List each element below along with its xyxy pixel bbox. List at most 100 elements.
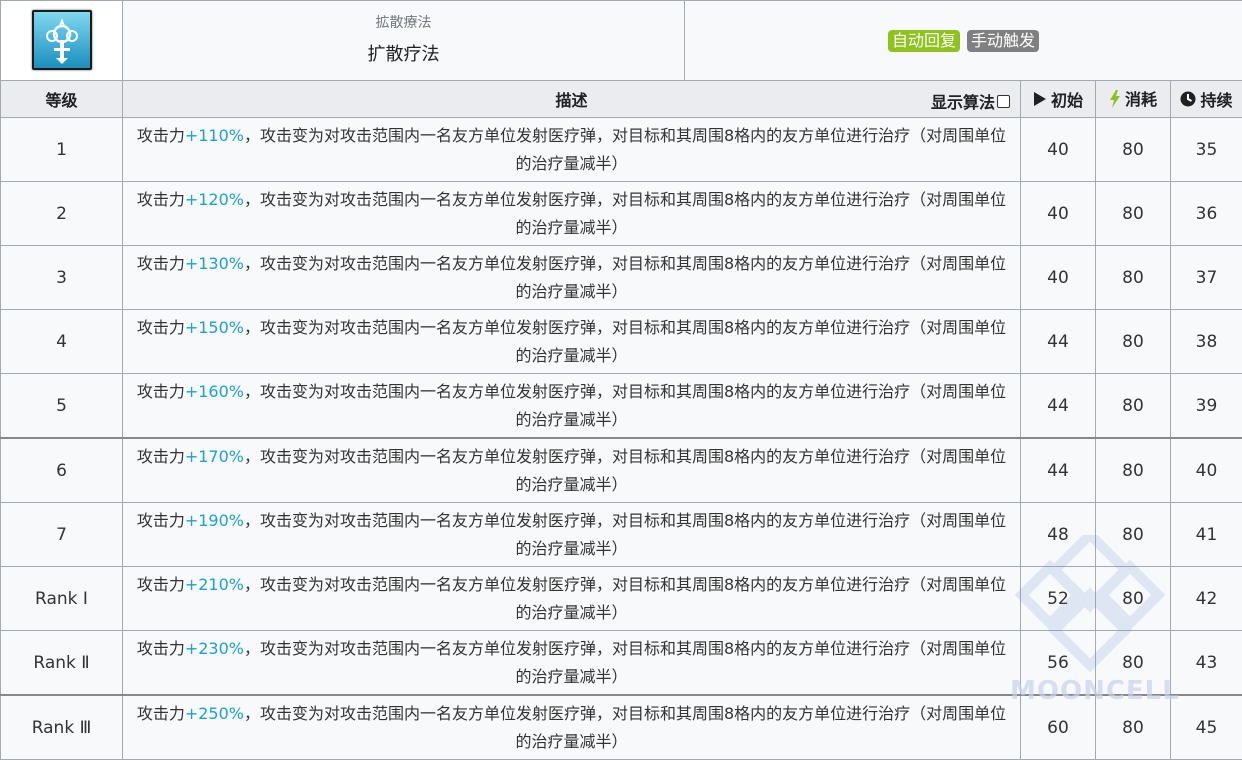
desc-prefix: 攻击力 <box>137 318 185 337</box>
table-row: 5攻击力+160%，攻击变为对攻击范围内一名友方单位发射医疗弹，对目标和其周围8… <box>1 374 1242 439</box>
show-formula-label: 显示算法 <box>931 89 995 113</box>
desc-suffix: ，攻击变为对攻击范围内一名友方单位发射医疗弹，对目标和其周围8格内的友方单位进行… <box>244 190 1006 237</box>
table-row: 4攻击力+150%，攻击变为对攻击范围内一名友方单位发射医疗弹，对目标和其周围8… <box>1 310 1242 374</box>
initial-cell: 60 <box>1021 695 1096 760</box>
table-row: 6攻击力+170%，攻击变为对攻击范围内一名友方单位发射医疗弹，对目标和其周围8… <box>1 438 1242 503</box>
cost-cell: 80 <box>1096 310 1171 374</box>
description-cell: 攻击力+250%，攻击变为对攻击范围内一名友方单位发射医疗弹，对目标和其周围8格… <box>123 695 1021 760</box>
show-formula-checkbox[interactable] <box>997 95 1010 108</box>
skill-name-cell: 拡散療法 扩散疗法 <box>123 1 685 81</box>
skill-tags-cell: 自动回复 手动触发 <box>685 1 1242 81</box>
initial-cell: 40 <box>1021 182 1096 246</box>
description-cell: 攻击力+170%，攻击变为对攻击范围内一名友方单位发射医疗弹，对目标和其周围8格… <box>123 438 1021 503</box>
initial-cell: 44 <box>1021 310 1096 374</box>
initial-header: 初始 <box>1021 81 1096 118</box>
skill-name-original: 拡散療法 <box>123 12 684 32</box>
cost-cell: 80 <box>1096 182 1171 246</box>
skill-icon <box>32 10 92 70</box>
duration-cell: 43 <box>1171 631 1242 696</box>
desc-prefix: 攻击力 <box>137 639 185 658</box>
desc-prefix: 攻击力 <box>137 447 185 466</box>
cost-cell: 80 <box>1096 567 1171 631</box>
desc-suffix: ，攻击变为对攻击范围内一名友方单位发射医疗弹，对目标和其周围8格内的友方单位进行… <box>244 318 1006 365</box>
initial-cell: 44 <box>1021 374 1096 439</box>
level-cell: 3 <box>1 246 123 310</box>
desc-prefix: 攻击力 <box>137 704 185 723</box>
level-cell: 2 <box>1 182 123 246</box>
table-row: 2攻击力+120%，攻击变为对攻击范围内一名友方单位发射医疗弹，对目标和其周围8… <box>1 182 1242 246</box>
desc-prefix: 攻击力 <box>137 575 185 594</box>
description-cell: 攻击力+110%，攻击变为对攻击范围内一名友方单位发射医疗弹，对目标和其周围8格… <box>123 118 1021 182</box>
table-row: Rank Ⅱ攻击力+230%，攻击变为对攻击范围内一名友方单位发射医疗弹，对目标… <box>1 631 1242 696</box>
skill-header-row: 拡散療法 扩散疗法 自动回复 手动触发 <box>1 1 1242 81</box>
skill-icon-cell <box>1 1 123 81</box>
tag-auto-recovery: 自动回复 <box>888 30 960 52</box>
table-row: 3攻击力+130%，攻击变为对攻击范围内一名友方单位发射医疗弹，对目标和其周围8… <box>1 246 1242 310</box>
atk-bonus: +130% <box>185 254 244 273</box>
desc-suffix: ，攻击变为对攻击范围内一名友方单位发射医疗弹，对目标和其周围8格内的友方单位进行… <box>244 575 1006 622</box>
skill-table: 拡散療法 扩散疗法 自动回复 手动触发 等级 描述 显示算法 初始 消耗 <box>0 0 1242 760</box>
desc-suffix: ，攻击变为对攻击范围内一名友方单位发射医疗弹，对目标和其周围8格内的友方单位进行… <box>244 254 1006 301</box>
level-cell: 7 <box>1 503 123 567</box>
description-cell: 攻击力+130%，攻击变为对攻击范围内一名友方单位发射医疗弹，对目标和其周围8格… <box>123 246 1021 310</box>
desc-prefix: 攻击力 <box>137 511 185 530</box>
duration-header: 持续 <box>1171 81 1242 118</box>
duration-cell: 40 <box>1171 438 1242 503</box>
cost-cell: 80 <box>1096 503 1171 567</box>
table-row: Rank Ⅲ攻击力+250%，攻击变为对攻击范围内一名友方单位发射医疗弹，对目标… <box>1 695 1242 760</box>
atk-bonus: +110% <box>185 126 244 145</box>
cost-cell: 80 <box>1096 438 1171 503</box>
cost-cell: 80 <box>1096 246 1171 310</box>
desc-suffix: ，攻击变为对攻击范围内一名友方单位发射医疗弹，对目标和其周围8格内的友方单位进行… <box>244 447 1006 494</box>
atk-bonus: +230% <box>185 639 244 658</box>
atk-bonus: +250% <box>185 704 244 723</box>
cost-cell: 80 <box>1096 695 1171 760</box>
atk-bonus: +120% <box>185 190 244 209</box>
desc-suffix: ，攻击变为对攻击范围内一名友方单位发射医疗弹，对目标和其周围8格内的友方单位进行… <box>244 511 1006 558</box>
skill-name-cn: 扩散疗法 <box>123 40 684 66</box>
level-cell: Rank Ⅰ <box>1 567 123 631</box>
duration-cell: 45 <box>1171 695 1242 760</box>
cost-header: 消耗 <box>1096 81 1171 118</box>
duration-header-label: 持续 <box>1200 91 1232 110</box>
description-cell: 攻击力+120%，攻击变为对攻击范围内一名友方单位发射医疗弹，对目标和其周围8格… <box>123 182 1021 246</box>
desc-suffix: ，攻击变为对攻击范围内一名友方单位发射医疗弹，对目标和其周围8格内的友方单位进行… <box>244 639 1006 686</box>
desc-suffix: ，攻击变为对攻击范围内一名友方单位发射医疗弹，对目标和其周围8格内的友方单位进行… <box>244 704 1006 751</box>
level-header: 等级 <box>1 81 123 118</box>
description-cell: 攻击力+230%，攻击变为对攻击范围内一名友方单位发射医疗弹，对目标和其周围8格… <box>123 631 1021 696</box>
atk-bonus: +160% <box>185 382 244 401</box>
desc-suffix: ，攻击变为对攻击范围内一名友方单位发射医疗弹，对目标和其周围8格内的友方单位进行… <box>244 382 1006 429</box>
level-cell: 6 <box>1 438 123 503</box>
atk-bonus: +170% <box>185 447 244 466</box>
description-cell: 攻击力+150%，攻击变为对攻击范围内一名友方单位发射医疗弹，对目标和其周围8格… <box>123 310 1021 374</box>
cost-cell: 80 <box>1096 374 1171 439</box>
desc-prefix: 攻击力 <box>137 126 185 145</box>
level-cell: 4 <box>1 310 123 374</box>
table-row: 7攻击力+190%，攻击变为对攻击范围内一名友方单位发射医疗弹，对目标和其周围8… <box>1 503 1242 567</box>
duration-cell: 41 <box>1171 503 1242 567</box>
play-icon <box>1033 91 1047 111</box>
desc-suffix: ，攻击变为对攻击范围内一名友方单位发射医疗弹，对目标和其周围8格内的友方单位进行… <box>244 126 1006 173</box>
table-row: 1攻击力+110%，攻击变为对攻击范围内一名友方单位发射医疗弹，对目标和其周围8… <box>1 118 1242 182</box>
initial-cell: 44 <box>1021 438 1096 503</box>
desc-prefix: 攻击力 <box>137 190 185 209</box>
level-cell: 1 <box>1 118 123 182</box>
table-row: Rank Ⅰ 攻击力+210%，攻击变为对攻击范围内一名友方单位发射医疗弹，对目标… <box>1 567 1242 631</box>
atk-bonus: +210% <box>185 575 244 594</box>
desc-prefix: 攻击力 <box>137 254 185 273</box>
level-cell: Rank Ⅲ <box>1 695 123 760</box>
desc-prefix: 攻击力 <box>137 382 185 401</box>
duration-cell: 36 <box>1171 182 1242 246</box>
initial-cell: 40 <box>1021 246 1096 310</box>
description-cell: 攻击力+190%，攻击变为对攻击范围内一名友方单位发射医疗弹，对目标和其周围8格… <box>123 503 1021 567</box>
cost-cell: 80 <box>1096 118 1171 182</box>
clock-icon <box>1180 91 1196 111</box>
cost-header-label: 消耗 <box>1125 90 1157 109</box>
atk-bonus: +190% <box>185 511 244 530</box>
column-header-row: 等级 描述 显示算法 初始 消耗 持续 <box>1 81 1242 118</box>
initial-header-label: 初始 <box>1051 91 1083 110</box>
initial-cell: 52 <box>1021 567 1096 631</box>
description-header: 描述 显示算法 <box>123 81 1021 118</box>
initial-cell: 48 <box>1021 503 1096 567</box>
show-formula-toggle[interactable]: 显示算法 <box>931 89 1010 113</box>
